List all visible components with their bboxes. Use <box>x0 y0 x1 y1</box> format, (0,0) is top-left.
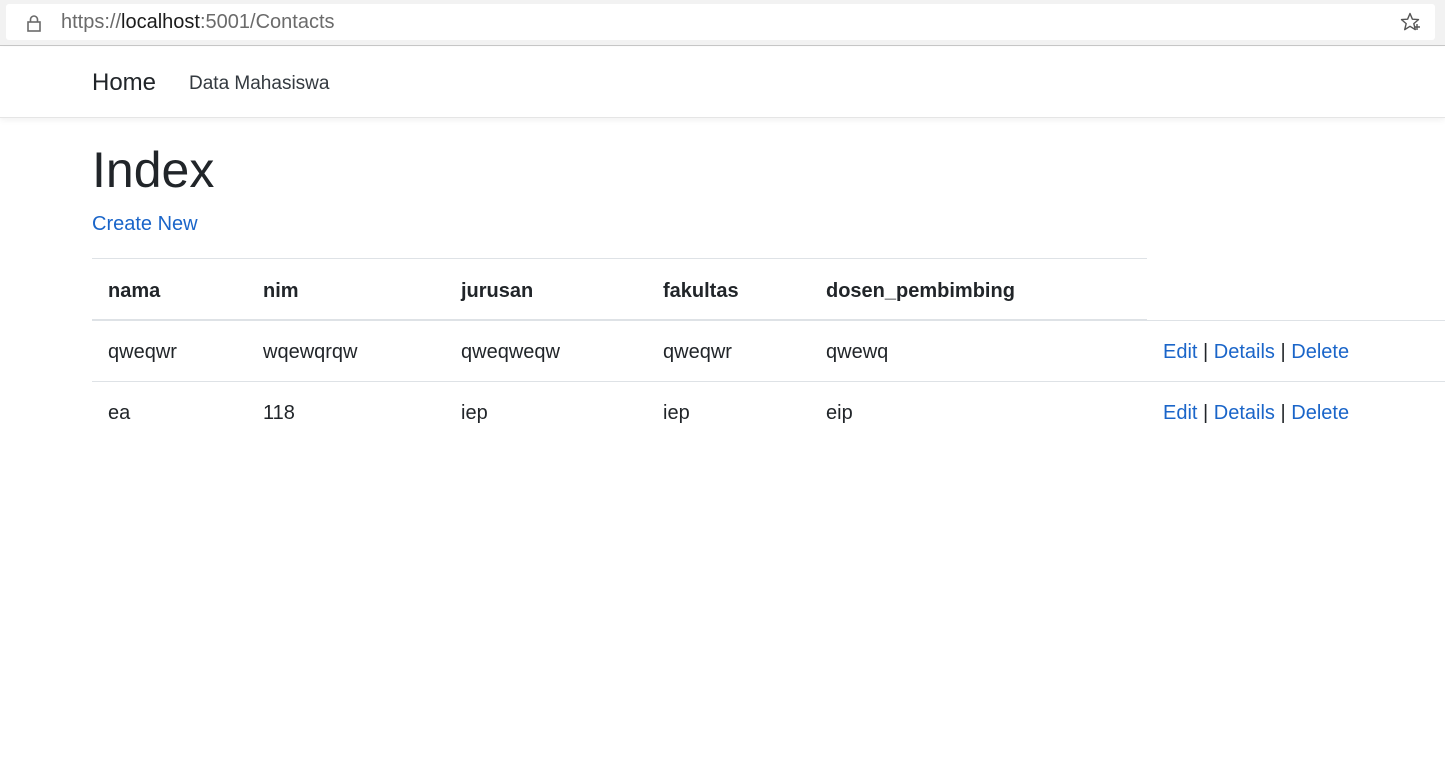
page-title: Index <box>92 142 215 198</box>
cell-jurusan: qweqweqw <box>461 341 560 363</box>
url-host: localhost <box>121 11 200 33</box>
column-header-nama: nama <box>108 280 161 302</box>
cell-dosen-pembimbing: eip <box>826 402 853 424</box>
cell-fakultas: qweqwr <box>663 341 732 363</box>
delete-link[interactable]: Delete <box>1291 341 1349 363</box>
url-text[interactable]: https://localhost:5001/Contacts <box>61 11 335 33</box>
row-divider <box>92 381 1445 382</box>
nav-brand-home[interactable]: Home <box>92 68 156 98</box>
cell-nim: wqewqrqw <box>263 341 358 363</box>
column-header-jurusan: jurusan <box>461 280 534 302</box>
action-separator: | <box>1280 402 1286 424</box>
table-header-border-extension <box>1147 320 1445 321</box>
details-link[interactable]: Details <box>1214 341 1275 363</box>
column-header-nim: nim <box>263 280 299 302</box>
address-bar[interactable]: https://localhost:5001/Contacts <box>6 4 1435 40</box>
action-separator: | <box>1203 402 1209 424</box>
edit-link[interactable]: Edit <box>1163 402 1197 424</box>
url-scheme: https:// <box>61 11 122 33</box>
cell-nim: 118 <box>263 402 295 424</box>
table-top-border <box>92 258 1147 259</box>
url-path: :5001/Contacts <box>199 11 335 33</box>
cell-nama: ea <box>108 402 131 424</box>
cell-fakultas: iep <box>663 402 690 424</box>
edit-link[interactable]: Edit <box>1163 341 1197 363</box>
cell-jurusan: iep <box>461 402 488 424</box>
browser-toolbar: https://localhost:5001/Contacts <box>0 0 1445 46</box>
action-separator: | <box>1280 341 1286 363</box>
row-actions: Edit | Details | Delete <box>1163 340 1349 364</box>
navbar: Home Data Mahasiswa <box>0 47 1445 118</box>
column-header-fakultas: fakultas <box>663 280 739 302</box>
cell-dosen-pembimbing: qwewq <box>826 341 889 363</box>
lock-icon <box>27 15 41 32</box>
nav-link-data-mahasiswa[interactable]: Data Mahasiswa <box>189 72 329 96</box>
favorite-star-icon[interactable] <box>1399 11 1421 33</box>
delete-link[interactable]: Delete <box>1291 402 1349 424</box>
row-actions: Edit | Details | Delete <box>1163 401 1349 425</box>
create-new-link[interactable]: Create New <box>92 212 198 236</box>
column-header-dosen-pembimbing: dosen_pembimbing <box>826 280 1015 302</box>
cell-nama: qweqwr <box>108 341 177 363</box>
action-separator: | <box>1203 341 1209 363</box>
table-header-border <box>92 319 1147 321</box>
details-link[interactable]: Details <box>1214 402 1275 424</box>
